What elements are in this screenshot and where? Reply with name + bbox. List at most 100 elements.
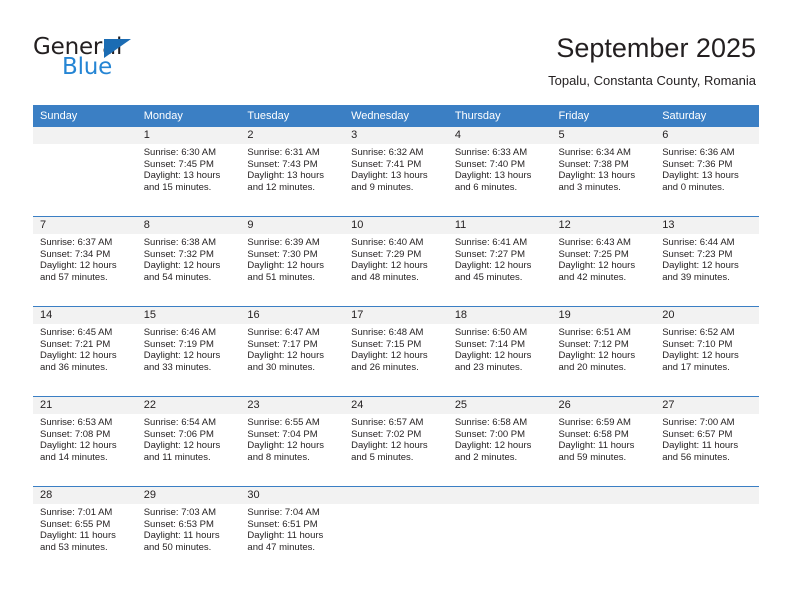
day-number: [655, 487, 759, 504]
day-number: 16: [240, 307, 345, 324]
calendar-day-cell[interactable]: 22 Sunrise: 6:54 AM Sunset: 7:06 PM Dayligh…: [136, 396, 241, 487]
calendar-day-cell[interactable]: 23 Sunrise: 6:55 AM Sunset: 7:04 PM Dayligh…: [240, 396, 345, 487]
day-sun-info: Sunrise: 6:54 AM Sunset: 7:06 PM Daylight:…: [137, 414, 241, 463]
daylight-text: Daylight: 12 hours and 51 minutes.: [247, 260, 324, 283]
sunset-text: Sunset: 7:25 PM: [558, 248, 629, 260]
day-number: 23: [240, 397, 345, 414]
day-sun-info: Sunrise: 6:39 AM Sunset: 7:30 PM Daylight:…: [240, 234, 344, 283]
sunrise-text: Sunrise: 6:32 AM: [351, 147, 424, 158]
sunrise-text: Sunrise: 6:43 AM: [558, 237, 631, 248]
general-blue-logo[interactable]: General Blue: [33, 34, 193, 80]
calendar-day-cell[interactable]: 21 Sunrise: 6:53 AM Sunset: 7:08 PM Dayligh…: [33, 396, 137, 487]
calendar-day-cell[interactable]: 12 Sunrise: 6:43 AM Sunset: 7:25 PM Dayligh…: [551, 216, 656, 307]
day-cell-content: 10 Sunrise: 6:40 AM Sunset: 7:29 PM Dayligh…: [344, 217, 448, 306]
sunrise-text: Sunrise: 6:33 AM: [454, 147, 528, 158]
calendar-day-cell[interactable]: 1 Sunrise: 6:30 AM Sunset: 7:45 PM Daylight…: [136, 127, 241, 217]
sunrise-text: Sunrise: 6:55 AM: [247, 417, 320, 428]
calendar-day-cell-empty: [551, 486, 656, 576]
sunrise-text: Sunrise: 6:51 AM: [558, 327, 631, 338]
calendar-day-cell-empty: [655, 486, 759, 576]
calendar-day-cell[interactable]: 11 Sunrise: 6:41 AM Sunset: 7:27 PM Dayligh…: [447, 216, 552, 307]
calendar-day-cell[interactable]: 16 Sunrise: 6:47 AM Sunset: 7:17 PM Dayligh…: [240, 306, 345, 397]
day-sun-info: Sunrise: 6:51 AM Sunset: 7:12 PM Daylight:…: [552, 324, 656, 373]
sunset-text: Sunset: 6:57 PM: [662, 428, 733, 440]
calendar-day-cell[interactable]: 7 Sunrise: 6:37 AM Sunset: 7:34 PM Daylight…: [33, 216, 137, 307]
calendar-day-cell[interactable]: 8 Sunrise: 6:38 AM Sunset: 7:32 PM Daylight…: [136, 216, 241, 307]
day-cell-content: 15 Sunrise: 6:46 AM Sunset: 7:19 PM Dayligh…: [136, 307, 241, 396]
daylight-text: Daylight: 12 hours and 48 minutes.: [351, 260, 428, 283]
calendar-day-cell[interactable]: 30 Sunrise: 7:04 AM Sunset: 6:51 PM Dayligh…: [240, 486, 345, 576]
day-cell-content: [447, 487, 552, 576]
day-cell-content: 22 Sunrise: 6:54 AM Sunset: 7:06 PM Dayligh…: [136, 397, 241, 486]
day-cell-content: 6 Sunrise: 6:36 AM Sunset: 7:36 PM Daylight…: [655, 127, 759, 216]
sunset-text: Sunset: 7:15 PM: [351, 338, 422, 350]
calendar-day-cell[interactable]: 24 Sunrise: 6:57 AM Sunset: 7:02 PM Dayligh…: [344, 396, 448, 487]
calendar-day-cell[interactable]: 6 Sunrise: 6:36 AM Sunset: 7:36 PM Daylight…: [655, 127, 759, 217]
calendar-day-cell[interactable]: 28 Sunrise: 7:01 AM Sunset: 6:55 PM Dayligh…: [33, 486, 137, 576]
calendar-day-cell[interactable]: 15 Sunrise: 6:46 AM Sunset: 7:19 PM Dayligh…: [136, 306, 241, 397]
calendar-week-row: 28 Sunrise: 7:01 AM Sunset: 6:55 PM Dayligh…: [33, 486, 759, 576]
sunrise-text: Sunrise: 6:41 AM: [454, 237, 528, 248]
calendar-day-cell[interactable]: 14 Sunrise: 6:45 AM Sunset: 7:21 PM Dayligh…: [33, 306, 137, 397]
calendar-day-cell[interactable]: 13 Sunrise: 6:44 AM Sunset: 7:23 PM Dayligh…: [655, 216, 759, 307]
daylight-text: Daylight: 13 hours and 3 minutes.: [558, 170, 636, 193]
sunset-text: Sunset: 7:41 PM: [351, 158, 422, 170]
sunset-text: Sunset: 7:30 PM: [247, 248, 318, 260]
sunrise-text: Sunrise: 6:54 AM: [143, 417, 217, 428]
day-number: 10: [344, 217, 448, 234]
daylight-text: Daylight: 12 hours and 57 minutes.: [40, 260, 117, 283]
calendar-day-cell[interactable]: 17 Sunrise: 6:48 AM Sunset: 7:15 PM Dayligh…: [344, 306, 448, 397]
calendar-day-cell[interactable]: 20 Sunrise: 6:52 AM Sunset: 7:10 PM Dayligh…: [655, 306, 759, 397]
day-number: 28: [33, 487, 137, 504]
calendar-day-cell[interactable]: 10 Sunrise: 6:40 AM Sunset: 7:29 PM Dayligh…: [344, 216, 448, 307]
calendar-day-cell[interactable]: 27 Sunrise: 7:00 AM Sunset: 6:57 PM Dayligh…: [655, 396, 759, 487]
calendar-day-cell[interactable]: 3 Sunrise: 6:32 AM Sunset: 7:41 PM Daylight…: [344, 127, 448, 217]
day-number: 19: [551, 307, 656, 324]
calendar-day-cell[interactable]: 2 Sunrise: 6:31 AM Sunset: 7:43 PM Daylight…: [240, 127, 345, 217]
sunrise-text: Sunrise: 6:30 AM: [143, 147, 217, 158]
page-title: September 2025: [556, 33, 756, 63]
day-sun-info: Sunrise: 6:37 AM Sunset: 7:34 PM Daylight:…: [33, 234, 137, 283]
sunrise-text: Sunrise: 6:40 AM: [351, 237, 424, 248]
weekday-header-sunday: Sunday: [33, 105, 137, 127]
sunrise-text: Sunrise: 7:03 AM: [143, 507, 217, 518]
day-cell-content: 11 Sunrise: 6:41 AM Sunset: 7:27 PM Dayligh…: [447, 217, 552, 306]
day-number: 22: [136, 397, 241, 414]
sunset-text: Sunset: 7:00 PM: [454, 428, 526, 440]
day-cell-content: 28 Sunrise: 7:01 AM Sunset: 6:55 PM Dayligh…: [33, 487, 137, 576]
day-sun-info: Sunrise: 6:34 AM Sunset: 7:38 PM Daylight:…: [552, 144, 656, 193]
day-cell-content: [344, 487, 448, 576]
calendar-day-cell[interactable]: 9 Sunrise: 6:39 AM Sunset: 7:30 PM Daylight…: [240, 216, 345, 307]
calendar-day-cell[interactable]: 26 Sunrise: 6:59 AM Sunset: 6:58 PM Dayligh…: [551, 396, 656, 487]
calendar-day-cell[interactable]: 29 Sunrise: 7:03 AM Sunset: 6:53 PM Dayligh…: [136, 486, 241, 576]
day-cell-content: 4 Sunrise: 6:33 AM Sunset: 7:40 PM Daylight…: [447, 127, 552, 216]
daylight-text: Daylight: 12 hours and 14 minutes.: [40, 440, 117, 463]
sunset-text: Sunset: 7:32 PM: [143, 248, 214, 260]
calendar-day-cell[interactable]: 25 Sunrise: 6:58 AM Sunset: 7:00 PM Dayligh…: [447, 396, 552, 487]
calendar-day-cell[interactable]: 19 Sunrise: 6:51 AM Sunset: 7:12 PM Dayligh…: [551, 306, 656, 397]
day-cell-content: 30 Sunrise: 7:04 AM Sunset: 6:51 PM Dayligh…: [240, 487, 345, 576]
day-number: 17: [344, 307, 448, 324]
day-cell-content: 19 Sunrise: 6:51 AM Sunset: 7:12 PM Dayligh…: [551, 307, 656, 396]
day-number: 6: [655, 127, 759, 144]
day-cell-content: 14 Sunrise: 6:45 AM Sunset: 7:21 PM Dayligh…: [33, 307, 137, 396]
sunset-text: Sunset: 7:21 PM: [40, 338, 111, 350]
daylight-text: Daylight: 12 hours and 33 minutes.: [143, 350, 221, 373]
calendar-header-row: Sunday Monday Tuesday Wednesday Thursday…: [33, 105, 759, 127]
day-sun-info: Sunrise: 6:38 AM Sunset: 7:32 PM Daylight:…: [137, 234, 241, 283]
calendar-day-cell[interactable]: 5 Sunrise: 6:34 AM Sunset: 7:38 PM Daylight…: [551, 127, 656, 217]
day-number: 9: [240, 217, 345, 234]
page-header: General Blue September 2025 Topalu, Cons…: [0, 0, 792, 104]
calendar-day-cell[interactable]: 4 Sunrise: 6:33 AM Sunset: 7:40 PM Daylight…: [447, 127, 552, 217]
day-cell-content: 29 Sunrise: 7:03 AM Sunset: 6:53 PM Dayligh…: [136, 487, 241, 576]
day-number: 21: [33, 397, 137, 414]
sunset-text: Sunset: 7:02 PM: [351, 428, 422, 440]
sunset-text: Sunset: 7:19 PM: [143, 338, 214, 350]
weekday-header-wednesday: Wednesday: [344, 105, 448, 127]
day-cell-content: 16 Sunrise: 6:47 AM Sunset: 7:17 PM Dayligh…: [240, 307, 345, 396]
day-cell-content: 25 Sunrise: 6:58 AM Sunset: 7:00 PM Dayligh…: [447, 397, 552, 486]
day-sun-info: Sunrise: 6:57 AM Sunset: 7:02 PM Daylight:…: [344, 414, 448, 463]
sunset-text: Sunset: 6:53 PM: [143, 518, 214, 530]
calendar-day-cell[interactable]: 18 Sunrise: 6:50 AM Sunset: 7:14 PM Dayligh…: [447, 306, 552, 397]
daylight-text: Daylight: 13 hours and 15 minutes.: [143, 170, 221, 193]
